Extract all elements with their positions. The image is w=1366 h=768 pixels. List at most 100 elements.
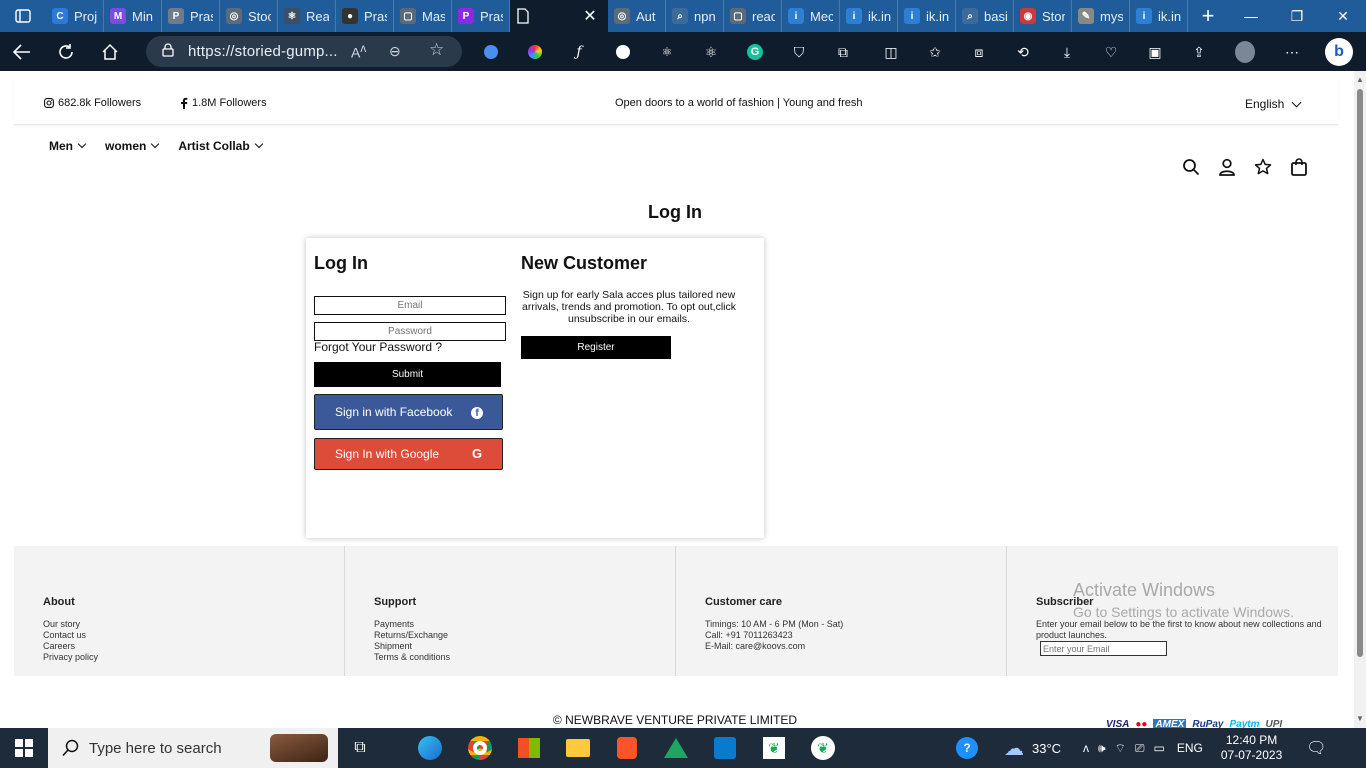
- browser-tab[interactable]: ● Pras: [336, 0, 394, 32]
- browser-tab[interactable]: ◎ Stoc: [220, 0, 278, 32]
- meet-now-icon[interactable]: ⎚: [1135, 741, 1145, 756]
- footer-link[interactable]: Careers: [43, 641, 98, 652]
- page-scrollbar[interactable]: ▲ ▼: [1354, 71, 1366, 728]
- mongodb-compass-icon[interactable]: ❦: [760, 734, 788, 762]
- new-tab-button[interactable]: +: [1188, 0, 1228, 32]
- facebook-followers[interactable]: 1.8M Followers: [180, 97, 267, 109]
- language-selector[interactable]: English: [1245, 97, 1302, 111]
- mongodb-icon[interactable]: ❦: [809, 734, 837, 762]
- nav-item-women[interactable]: women: [105, 139, 160, 153]
- home-icon[interactable]: [88, 32, 132, 71]
- history-icon[interactable]: ⟲: [1013, 42, 1033, 62]
- close-window-icon[interactable]: ✕: [1320, 0, 1366, 32]
- read-aloud-icon[interactable]: Aʌ: [351, 42, 366, 61]
- bag-icon[interactable]: [1290, 158, 1308, 176]
- task-view-icon[interactable]: ⧉: [346, 734, 374, 762]
- more-menu-icon[interactable]: ⋯: [1282, 42, 1302, 62]
- browser-tab[interactable]: P Pras: [162, 0, 220, 32]
- refresh-icon[interactable]: [44, 32, 88, 71]
- browser-tab[interactable]: i ik.in: [840, 0, 898, 32]
- math-solver-icon[interactable]: ▣: [1145, 42, 1165, 62]
- color-picker-icon[interactable]: [525, 42, 545, 62]
- browser-tab[interactable]: ▢ Mas: [394, 0, 452, 32]
- shield-icon[interactable]: ⛉: [789, 42, 809, 62]
- nav-item-artist-collab[interactable]: Artist Collab: [178, 139, 263, 153]
- edge-app-icon[interactable]: [416, 734, 444, 762]
- favorite-icon[interactable]: ☆: [429, 40, 444, 60]
- browser-tab[interactable]: ◉ Stor: [1014, 0, 1072, 32]
- browser-tab[interactable]: M Min: [104, 0, 162, 32]
- favorites-icon[interactable]: ✩: [925, 42, 945, 62]
- react-icon[interactable]: ⚛: [701, 42, 721, 62]
- subscriber-email-input[interactable]: [1040, 641, 1167, 656]
- chrome-app-icon[interactable]: [466, 734, 494, 762]
- clock[interactable]: 12:40 PM 07-07-2023: [1221, 733, 1282, 763]
- chevron-up-icon[interactable]: ʌ: [1083, 741, 1089, 755]
- taskbar-search[interactable]: Type here to search: [48, 728, 338, 768]
- split-screen-icon[interactable]: ◫: [881, 42, 901, 62]
- emoji-icon[interactable]: [613, 42, 633, 62]
- facebook-login-button[interactable]: Sign in with Facebook f: [314, 394, 503, 430]
- footer-link[interactable]: Payments: [374, 619, 450, 630]
- scroll-up-icon[interactable]: ▲: [1356, 75, 1364, 84]
- browser-tab[interactable]: ⚛ Rea: [278, 0, 336, 32]
- network-icon[interactable]: ⌔: [1115, 741, 1126, 756]
- react-devtools-icon[interactable]: ⚛: [657, 42, 677, 62]
- zoom-icon[interactable]: ⊖: [389, 43, 401, 60]
- performance-icon[interactable]: ♡: [1101, 42, 1121, 62]
- register-button[interactable]: Register: [521, 336, 671, 359]
- password-field[interactable]: [314, 322, 506, 341]
- care-email[interactable]: E-Mail: care@koovs.com: [705, 641, 843, 652]
- brave-app-icon[interactable]: [613, 734, 641, 762]
- browser-tab[interactable]: C Proj: [46, 0, 104, 32]
- footer-link[interactable]: Returns/Exchange: [374, 630, 450, 641]
- footer-link[interactable]: Our story: [43, 619, 98, 630]
- footer-link[interactable]: Shipment: [374, 641, 450, 652]
- back-icon[interactable]: [0, 32, 44, 71]
- tab-actions-icon[interactable]: [0, 0, 46, 32]
- scroll-down-icon[interactable]: ▼: [1356, 714, 1364, 723]
- bing-icon[interactable]: b: [1325, 38, 1353, 66]
- input-language[interactable]: ENG: [1177, 741, 1203, 755]
- temperature[interactable]: 33°C: [1032, 741, 1061, 756]
- collections-icon[interactable]: ⧈: [969, 42, 989, 62]
- search-icon[interactable]: [1182, 158, 1200, 176]
- windows-start-icon[interactable]: [0, 728, 48, 768]
- share-icon[interactable]: ⇪: [1189, 42, 1209, 62]
- footer-link[interactable]: Privacy policy: [43, 652, 98, 663]
- submit-button[interactable]: Submit: [314, 362, 501, 387]
- downloads-icon[interactable]: ⤓: [1057, 42, 1077, 62]
- grammarly-icon[interactable]: G: [745, 42, 765, 62]
- nav-item-men[interactable]: Men: [49, 139, 87, 153]
- browser-tab[interactable]: ⌕ basi: [956, 0, 1014, 32]
- notifications-icon[interactable]: 🗨: [1306, 738, 1326, 758]
- help-icon[interactable]: ?: [956, 737, 978, 759]
- forgot-password-link[interactable]: Forgot Your Password ?: [314, 340, 442, 354]
- browser-tab[interactable]: ◎ Aut: [608, 0, 666, 32]
- google-login-button[interactable]: Sign In with Google G: [314, 438, 503, 470]
- email-field[interactable]: [314, 296, 506, 315]
- address-bar[interactable]: https://storied-gump... Aʌ ⊖ ☆: [146, 36, 462, 67]
- store-app-icon[interactable]: [515, 734, 543, 762]
- close-tab-icon[interactable]: ✕: [572, 0, 608, 32]
- formula-icon[interactable]: ƒ: [569, 42, 589, 62]
- user-icon[interactable]: [1218, 158, 1236, 176]
- browser-tab[interactable]: i ik.in: [898, 0, 956, 32]
- battery-icon[interactable]: ▭: [1154, 741, 1165, 755]
- extension-icon[interactable]: [481, 42, 501, 62]
- instagram-followers[interactable]: 682.8k Followers: [44, 97, 141, 109]
- explorer-app-icon[interactable]: [564, 734, 592, 762]
- extensions-icon[interactable]: ⧉: [833, 42, 853, 62]
- restore-icon[interactable]: ❐: [1274, 0, 1320, 32]
- browser-tab[interactable]: ⌕ npn: [666, 0, 724, 32]
- scrollbar-thumb[interactable]: [1357, 89, 1363, 657]
- drive-app-icon[interactable]: [662, 734, 690, 762]
- volume-icon[interactable]: 🕪: [1098, 741, 1106, 756]
- weather-icon[interactable]: ☁: [1004, 736, 1024, 761]
- profile-avatar[interactable]: [1235, 41, 1255, 63]
- browser-tab[interactable]: i Mec: [782, 0, 840, 32]
- star-icon[interactable]: [1254, 158, 1272, 176]
- browser-tab[interactable]: P Pras: [452, 0, 510, 32]
- browser-tab[interactable]: ✎ mys: [1072, 0, 1130, 32]
- browser-tab[interactable]: ▢ reac: [724, 0, 782, 32]
